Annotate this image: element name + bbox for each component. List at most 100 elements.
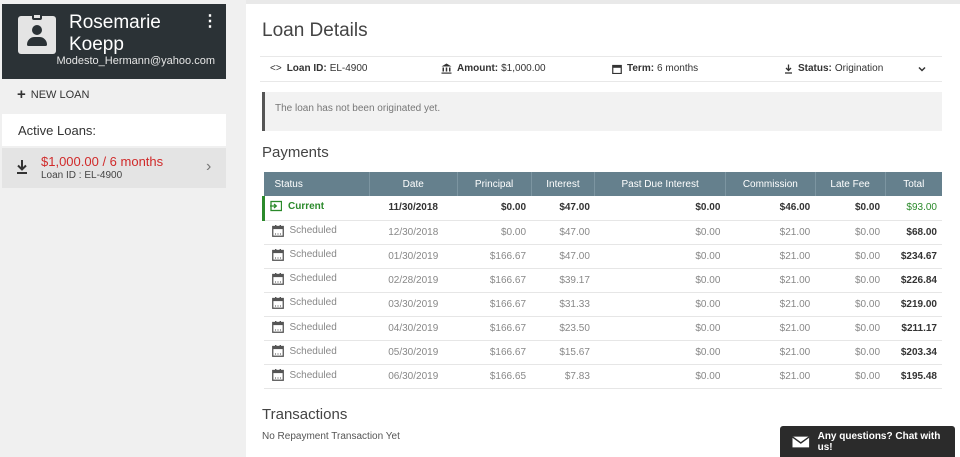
payment-principal: $0.00 xyxy=(457,196,532,221)
payment-status: Scheduled xyxy=(263,292,370,317)
loan-id-label: Loan ID : EL-4900 xyxy=(41,170,123,181)
payment-row: Scheduled 02/28/2019 $166.67 $39.17 $0.00 $21… xyxy=(263,268,942,293)
column-header: Past Due Interest xyxy=(594,172,726,196)
payment-status: Scheduled xyxy=(263,316,370,342)
transactions-empty-message: No Repayment Transaction Yet xyxy=(262,431,400,442)
loan-info-bar: <> Loan ID: EL-4900 Amount: $1,000.00 Te… xyxy=(260,56,942,82)
payment-principal: $0.00 xyxy=(457,220,532,245)
status-value: Origination xyxy=(834,63,884,74)
payment-status-label: Scheduled xyxy=(289,273,337,285)
payment-past-due-interest: $0.00 xyxy=(594,364,726,390)
amount-info: Amount: $1,000.00 xyxy=(441,63,546,74)
payment-row: Scheduled 03/30/2019 $166.67 $31.33 $0.00 $21… xyxy=(263,292,942,317)
payment-commission: $21.00 xyxy=(725,340,816,366)
payment-late-fee: $0.00 xyxy=(815,268,886,293)
payment-status: Scheduled xyxy=(263,340,370,366)
payment-interest: $7.83 xyxy=(531,364,595,390)
payment-past-due-interest: $0.00 xyxy=(594,340,726,366)
term-value: 6 months xyxy=(657,63,699,74)
calendar-icon xyxy=(612,64,622,74)
payment-past-due-interest: $0.00 xyxy=(594,196,726,221)
payments-title: Payments xyxy=(262,144,329,161)
chat-label: Any questions? Chat with us! xyxy=(817,430,941,453)
chevron-down-icon[interactable] xyxy=(916,63,928,75)
loan-id-label: Loan ID: xyxy=(286,63,327,74)
payment-row: Scheduled 06/30/2019 $166.65 $7.83 $0.00 $21.… xyxy=(263,364,942,390)
calendar-icon xyxy=(271,272,284,285)
loan-id-value: EL-4900 xyxy=(329,63,368,74)
more-vertical-icon[interactable]: ⋮ xyxy=(202,14,218,30)
active-loan-item[interactable]: $1,000.00 / 6 months Loan ID : EL-4900 › xyxy=(2,148,226,188)
column-header: Late Fee xyxy=(815,172,886,196)
profile-card: Rosemarie Koepp ⋮ Modesto_Hermann@yahoo.… xyxy=(2,4,226,79)
status-info: Status: Origination xyxy=(784,63,883,74)
status-label: Status: xyxy=(798,63,832,74)
payment-status-label: Scheduled xyxy=(289,297,337,309)
download-icon xyxy=(17,160,27,174)
payment-date: 12/30/2018 xyxy=(369,220,458,245)
calendar-icon xyxy=(271,321,284,333)
notice-message: The loan has not been originated yet. xyxy=(262,92,942,131)
payment-total: $195.48 xyxy=(885,364,942,390)
calendar-icon xyxy=(271,296,284,309)
payment-interest: $23.50 xyxy=(531,316,595,342)
new-loan-label: NEW LOAN xyxy=(30,89,90,101)
calendar-icon xyxy=(271,224,284,237)
payment-late-fee: $0.00 xyxy=(815,196,886,221)
payment-row: Current 11/30/2018 $0.00 $47.00 $0.00 $46.00 $… xyxy=(262,196,942,221)
payment-principal: $166.67 xyxy=(457,316,532,342)
payment-principal: $166.67 xyxy=(457,292,532,317)
column-header: Total xyxy=(885,172,942,196)
chevron-right-icon: › xyxy=(206,158,212,175)
payment-total: $211.17 xyxy=(885,316,942,342)
payment-date: 06/30/2019 xyxy=(369,364,458,390)
active-loans-header: Active Loans: xyxy=(2,114,226,146)
payment-total: $226.84 xyxy=(885,268,942,293)
loan-title: $1,000.00 / 6 months xyxy=(41,154,164,169)
payment-commission: $21.00 xyxy=(725,364,816,390)
payment-row: Scheduled 05/30/2019 $166.67 $15.67 $0.00 $21… xyxy=(263,340,942,366)
download-icon xyxy=(785,64,792,74)
amount-label: Amount: xyxy=(457,63,499,74)
plus-icon: + xyxy=(17,86,26,103)
payment-date: 05/30/2019 xyxy=(369,340,458,366)
payment-total: $203.34 xyxy=(885,340,942,366)
payment-principal: $166.67 xyxy=(457,244,532,269)
payment-status-label: Scheduled xyxy=(289,321,337,333)
payment-status-label: Scheduled xyxy=(289,225,337,237)
contact-badge-icon xyxy=(18,13,56,54)
payment-principal: $166.67 xyxy=(457,268,532,293)
payment-status: Scheduled xyxy=(263,268,370,293)
payment-total: $68.00 xyxy=(885,220,942,245)
payment-status-label: Scheduled xyxy=(289,369,337,381)
payment-status: Scheduled xyxy=(263,244,370,269)
login-icon xyxy=(270,201,282,212)
payments-table: Status Date Principal Interest Past Due Inte… xyxy=(262,172,942,390)
sidebar: Rosemarie Koepp ⋮ Modesto_Hermann@yahoo.… xyxy=(0,0,246,457)
payment-row: Scheduled 04/30/2019 $166.67 $23.50 $0.00 $21… xyxy=(263,316,942,342)
payment-commission: $46.00 xyxy=(725,196,816,221)
payment-past-due-interest: $0.00 xyxy=(594,244,726,269)
payment-interest: $47.00 xyxy=(531,244,595,269)
payment-commission: $21.00 xyxy=(725,292,816,317)
main-panel: Loan Details <> Loan ID: EL-4900 Amount:… xyxy=(246,4,960,457)
payment-date: 01/30/2019 xyxy=(369,244,458,269)
payment-status-label: Scheduled xyxy=(289,249,337,261)
term-info: Term: 6 months xyxy=(612,63,698,74)
column-header: Commission xyxy=(725,172,816,196)
code-icon: <> xyxy=(270,63,282,74)
payment-past-due-interest: $0.00 xyxy=(594,316,726,342)
payment-status: Scheduled xyxy=(263,364,370,390)
chat-button[interactable]: Any questions? Chat with us! xyxy=(780,426,955,457)
profile-name: Rosemarie Koepp xyxy=(69,12,161,55)
payment-status-label: Current xyxy=(288,200,325,212)
payment-total: $219.00 xyxy=(885,292,942,317)
payment-commission: $21.00 xyxy=(725,268,816,293)
envelope-icon xyxy=(792,435,810,447)
payment-interest: $15.67 xyxy=(531,340,595,366)
payment-date: 04/30/2019 xyxy=(369,316,458,342)
page-title: Loan Details xyxy=(262,20,368,41)
new-loan-button[interactable]: + NEW LOAN xyxy=(17,86,90,103)
payment-past-due-interest: $0.00 xyxy=(594,268,726,293)
column-header: Interest xyxy=(531,172,596,196)
